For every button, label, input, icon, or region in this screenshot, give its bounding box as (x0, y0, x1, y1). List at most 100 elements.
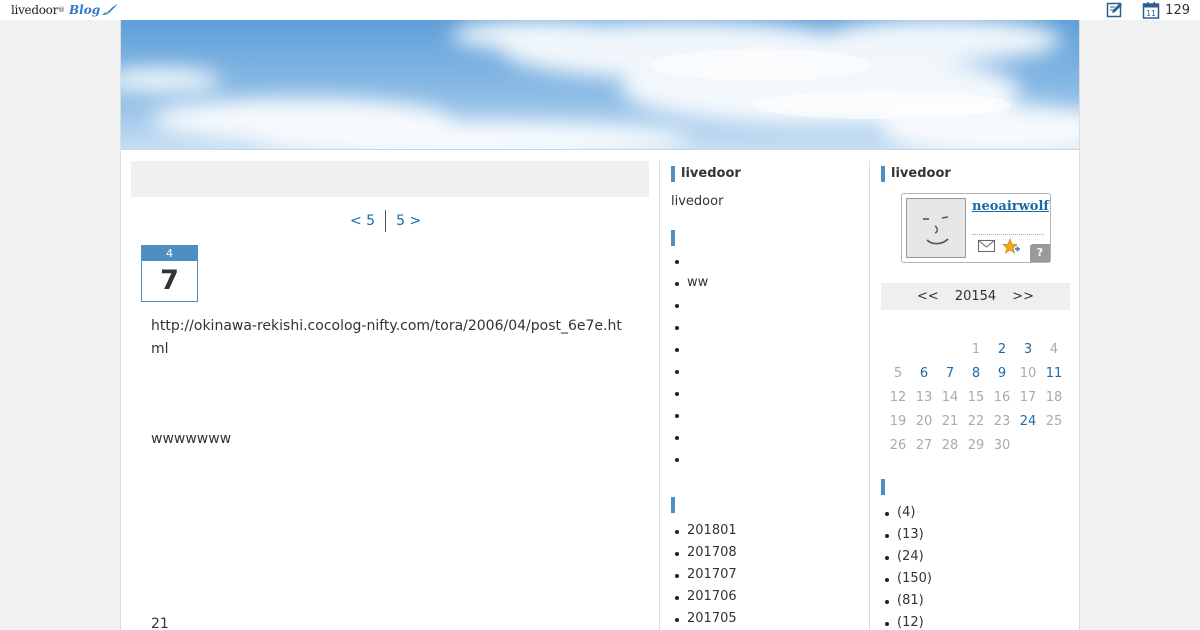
main-top-bar (131, 161, 649, 197)
logo-blog-text: Blog (69, 2, 101, 17)
calendar-day: 1 (971, 342, 981, 357)
pager-separator (385, 210, 387, 232)
calendar-day: 28 (941, 438, 959, 453)
list-item[interactable]: ww (671, 275, 708, 297)
calendar-day: 5 (893, 366, 903, 381)
calendar-day: 19 (889, 414, 907, 429)
list-item[interactable] (671, 385, 708, 407)
category-item[interactable]: (24) (881, 549, 1070, 571)
profile-card: neoairwolf ? (901, 193, 1051, 263)
calendar-day[interactable]: 7 (937, 366, 963, 390)
calendar-day: 25 (1045, 414, 1063, 429)
calendar-day[interactable]: 2 (989, 342, 1015, 366)
calendar-icon[interactable]: 11 (1142, 1, 1160, 19)
category-section-marker (881, 479, 885, 495)
edit-icon[interactable] (1106, 1, 1124, 19)
calendar-month-label: 20154 (954, 289, 997, 304)
calendar-day (1041, 438, 1067, 462)
calendar-icon-day: 11 (1146, 9, 1156, 18)
calendar-day[interactable]: 11 (1041, 366, 1067, 390)
calendar-day[interactable]: 8 (963, 366, 989, 390)
archive-item[interactable]: 201706 (671, 589, 737, 611)
calendar-day: 30 (993, 438, 1011, 453)
header-sky-image (121, 20, 1079, 150)
bird-icon (102, 3, 119, 15)
archive-item[interactable]: 201801 (671, 523, 737, 545)
logo-registered-mark: ® (58, 5, 66, 14)
avatar[interactable] (906, 198, 966, 258)
entry-body-url: http://okinawa-rekishi.cocolog-nifty.com… (151, 318, 622, 357)
category-item[interactable]: (12) (881, 615, 1070, 630)
recent-list: ww (671, 253, 708, 473)
calendar-day: 22 (967, 414, 985, 429)
sidebar-section-marker (671, 230, 675, 246)
calendar-next-link[interactable]: >> (1012, 289, 1034, 304)
calendar-day[interactable]: 6 (911, 366, 937, 390)
calendar-day: 29 (967, 438, 985, 453)
entry-count: 129 (1165, 2, 1190, 18)
entry-date-badge: 4 7 (141, 245, 198, 302)
list-item[interactable] (671, 319, 708, 341)
prev-entry-link[interactable]: < 5 (350, 213, 375, 229)
calendar-grid: 1 2 3 4 5 6 7 8 9 10 11 12 13 14 15 16 17 18 19 20 21 22 23 24 2… (885, 342, 1067, 462)
calendar-day[interactable]: 9 (989, 366, 1015, 390)
archive-item[interactable]: 201708 (671, 545, 737, 567)
calendar-day: 18 (1045, 390, 1063, 405)
archive-list: 201801 201708 201707 201706 201705 (671, 523, 737, 630)
calendar-day: 20 (915, 414, 933, 429)
calendar-day: 14 (941, 390, 959, 405)
category-item[interactable]: (4) (881, 505, 1070, 527)
calendar-day: 26 (889, 438, 907, 453)
profile-divider (972, 234, 1044, 235)
list-item[interactable] (671, 451, 708, 473)
calendar-week: 5 6 7 8 9 10 11 (885, 366, 1067, 390)
calendar-day: 10 (1019, 366, 1037, 381)
list-item[interactable] (671, 297, 708, 319)
column-divider (659, 161, 660, 630)
entry-date-day: 7 (160, 265, 179, 296)
livedoor-blog-logo[interactable]: livedoor ® Blog (11, 1, 119, 18)
sidebar-right: livedoor neoairwolf ? << 20154 >> 1 2 3 … (881, 166, 1070, 630)
calendar-day[interactable]: 3 (1015, 342, 1041, 366)
sidebar-left: livedoor livedoor ww 201801 201708 201707 2… (671, 166, 859, 626)
calendar-week: 26 27 28 29 30 (885, 438, 1067, 462)
calendar-day: 27 (915, 438, 933, 453)
calendar-day: 4 (1049, 342, 1059, 357)
calendar-prev-link[interactable]: << (917, 289, 939, 304)
calendar-day: 23 (993, 414, 1011, 429)
default-face-icon (907, 199, 965, 257)
entry-body-text: wwwwwww (151, 431, 232, 447)
archive-item[interactable]: 201707 (671, 567, 737, 589)
calendar-week: 1234 (885, 342, 1067, 366)
list-item[interactable] (671, 253, 708, 275)
sidebar-title: livedoor (881, 166, 1070, 182)
help-icon[interactable]: ? (1030, 244, 1050, 262)
archive-section-marker (671, 497, 675, 513)
mail-icon[interactable] (978, 240, 995, 252)
calendar-day[interactable]: 24 (1015, 414, 1041, 438)
blog-page: < 5 5 > 4 7 http://okinawa-rekishi.cocol… (120, 20, 1080, 630)
list-item[interactable] (671, 407, 708, 429)
category-list: (4) (13) (24) (150) (81) (12) (881, 505, 1070, 630)
profile-name-link[interactable]: neoairwolf (972, 199, 1049, 214)
main-column: < 5 5 > 4 7 http://okinawa-rekishi.cocol… (131, 161, 649, 630)
list-item[interactable] (671, 363, 708, 385)
category-item[interactable]: (81) (881, 593, 1070, 615)
list-item[interactable] (671, 341, 708, 363)
calendar-day: 21 (941, 414, 959, 429)
archive-item[interactable]: 201705 (671, 611, 737, 630)
calendar-day (885, 342, 911, 366)
star-plus-icon[interactable] (1002, 238, 1020, 256)
entry-date-month: 4 (142, 246, 197, 261)
category-item[interactable]: (13) (881, 527, 1070, 549)
entry-body-number: 21 (151, 616, 169, 630)
category-item[interactable]: (150) (881, 571, 1070, 593)
column-divider (869, 161, 870, 630)
sidebar-text: livedoor (671, 194, 724, 209)
list-item[interactable] (671, 429, 708, 451)
calendar-day (911, 342, 937, 366)
next-entry-link[interactable]: 5 > (396, 213, 421, 229)
top-bar-tools: 11 129 (1106, 1, 1190, 19)
calendar-week: 19 20 21 22 23 24 25 (885, 414, 1067, 438)
calendar-day (937, 342, 963, 366)
